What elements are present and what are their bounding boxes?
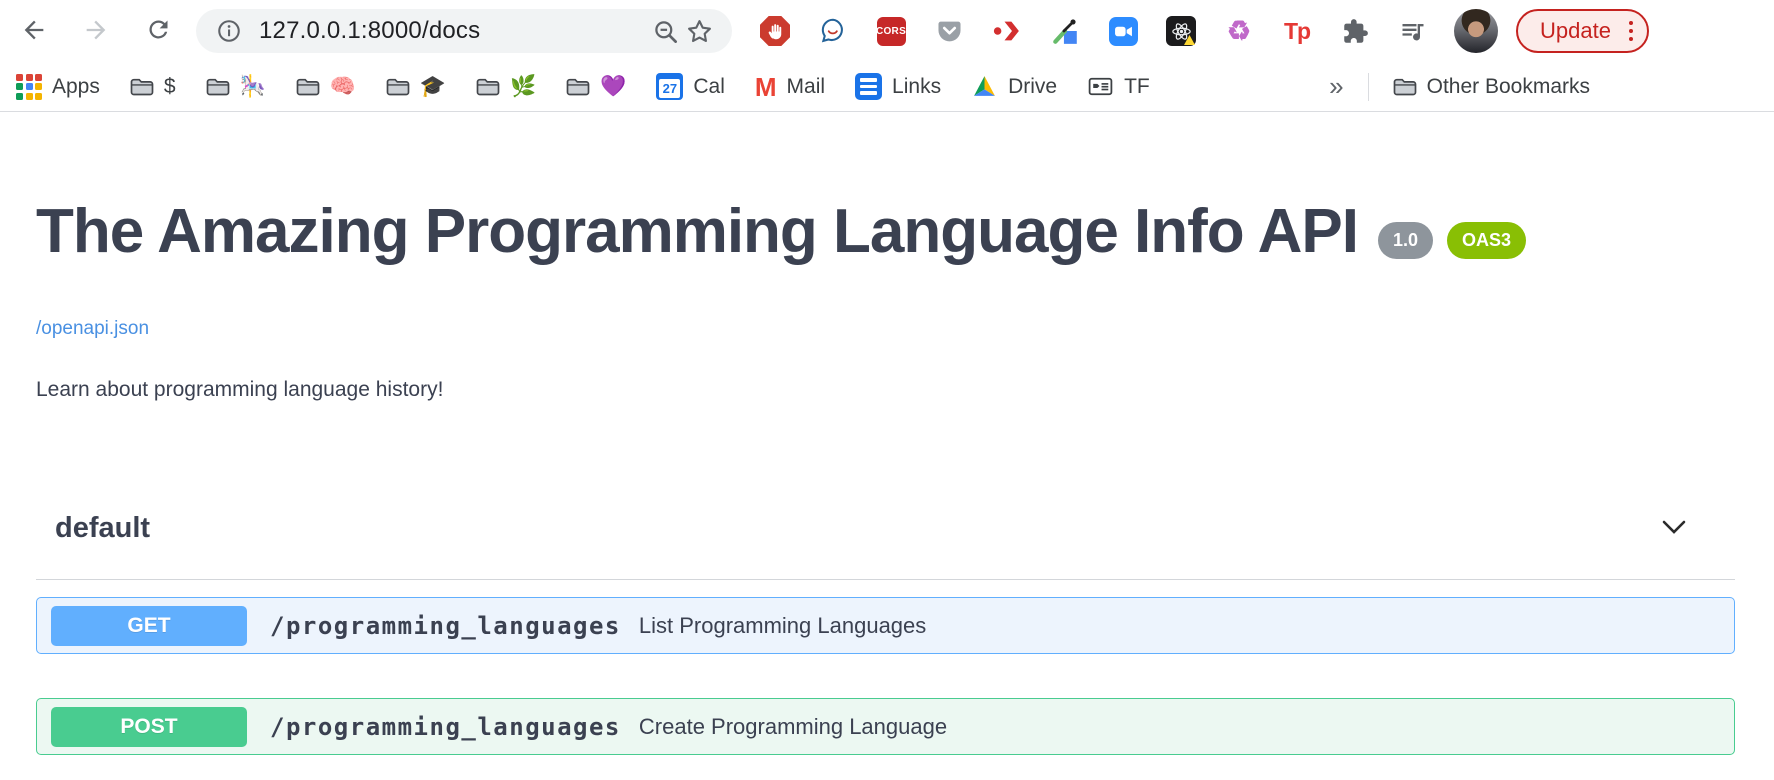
bookmark-label: 🌿 <box>510 75 536 99</box>
folder-icon <box>386 77 410 97</box>
tag-header[interactable]: default <box>36 512 1735 580</box>
update-label: Update <box>1540 18 1611 44</box>
collapse-section-button[interactable] <box>1658 516 1690 542</box>
endpoint-summary: Create Programming Language <box>639 714 947 740</box>
bookmarks-divider <box>1368 73 1369 101</box>
version-badge: 1.0 <box>1378 222 1433 259</box>
tag-section-default: default GET /programming_languages List … <box>36 512 1735 755</box>
bookmark-apps[interactable]: Apps <box>16 74 100 100</box>
swagger-docs-page: The Amazing Programming Language Info AP… <box>0 112 1774 755</box>
bookmark-label: Apps <box>52 75 100 99</box>
tf-card-icon <box>1087 74 1114 99</box>
bookmark-folder-brain[interactable]: 🧠 <box>296 75 356 99</box>
color-picker-icon[interactable] <box>1050 16 1080 46</box>
http-method-badge[interactable]: POST <box>51 707 247 747</box>
bookmark-label: Cal <box>693 75 725 99</box>
bookmark-folder-heart[interactable]: 💜 <box>566 75 626 99</box>
bookmark-star-icon[interactable] <box>682 14 716 48</box>
bookmark-drive[interactable]: Drive <box>971 74 1057 99</box>
bookmarks-overflow-chevron[interactable]: » <box>1329 71 1343 102</box>
recycle-glyph: ♻ <box>1227 18 1251 45</box>
bookmark-folder-school[interactable]: 🎓 <box>386 75 446 99</box>
bookmark-label: $ <box>164 75 176 99</box>
bookmark-label: 🎓 <box>420 75 446 99</box>
extension-icons: CORS ♻ Tp <box>760 16 1428 46</box>
folder-icon <box>1393 77 1417 97</box>
bookmark-links[interactable]: Links <box>855 73 941 100</box>
bookmark-folder-money[interactable]: $ <box>130 75 176 99</box>
bookmark-label: Links <box>892 75 941 99</box>
title-badges: 1.0 OAS3 <box>1378 222 1526 259</box>
bookmark-calendar[interactable]: 27 Cal <box>656 73 725 100</box>
folder-icon <box>130 77 154 97</box>
reload-button[interactable] <box>136 9 180 53</box>
tp-extension-icon[interactable]: Tp <box>1282 16 1312 46</box>
cors-extension-icon[interactable]: CORS <box>876 16 906 46</box>
chat-bubble-icon[interactable] <box>818 16 848 46</box>
bookmark-label: Mail <box>787 75 826 99</box>
gmail-icon: M <box>755 74 777 100</box>
bookmark-folder-carousel[interactable]: 🎠 <box>206 75 266 99</box>
browser-toolbar: 127.0.0.1:8000/docs CORS <box>0 0 1774 62</box>
page-info-icon[interactable] <box>212 14 246 48</box>
forward-icon <box>82 16 110 47</box>
extensions-puzzle-icon[interactable] <box>1340 16 1370 46</box>
endpoint-row-post[interactable]: POST /programming_languages Create Progr… <box>36 698 1735 755</box>
http-method-badge[interactable]: GET <box>51 606 247 646</box>
bookmark-mail[interactable]: M Mail <box>755 74 825 100</box>
tp-label: Tp <box>1284 18 1310 45</box>
apps-grid-icon <box>16 74 42 100</box>
google-drive-icon <box>971 74 998 99</box>
zoom-box <box>1109 17 1138 46</box>
folder-icon <box>206 77 230 97</box>
back-icon <box>20 16 48 47</box>
folder-icon <box>296 77 320 97</box>
music-playlist-icon[interactable] <box>1398 16 1428 46</box>
endpoint-summary: List Programming Languages <box>639 613 926 639</box>
stop-octagon <box>760 16 790 46</box>
bookmarks-bar: Apps $ 🎠 🧠 🎓 🌿 💜 27 Cal M Mail Links <box>0 62 1774 112</box>
react-devtools-icon[interactable] <box>1166 16 1196 46</box>
folder-icon <box>566 77 590 97</box>
recycle-extension-icon[interactable]: ♻ <box>1224 16 1254 46</box>
reload-icon <box>145 16 172 46</box>
links-icon <box>855 73 882 100</box>
openapi-spec-link[interactable]: /openapi.json <box>36 318 149 340</box>
pocket-icon[interactable] <box>934 16 964 46</box>
bookmark-folder-herb[interactable]: 🌿 <box>476 75 536 99</box>
bookmark-label: Drive <box>1008 75 1057 99</box>
cors-label: CORS <box>877 17 906 46</box>
api-description: Learn about programming language history… <box>36 378 1735 402</box>
bookmark-label: 💜 <box>600 75 626 99</box>
api-title-row: The Amazing Programming Language Info AP… <box>36 198 1735 266</box>
bookmark-tf[interactable]: TF <box>1087 74 1150 99</box>
endpoint-path: /programming_languages <box>270 713 621 741</box>
red-share-arrow-icon[interactable] <box>992 16 1022 46</box>
bookmark-label: TF <box>1124 75 1150 99</box>
endpoint-row-get[interactable]: GET /programming_languages List Programm… <box>36 597 1735 654</box>
zoom-video-icon[interactable] <box>1108 16 1138 46</box>
bookmarks-right-group: » Other Bookmarks <box>1329 71 1590 102</box>
folder-icon <box>476 77 500 97</box>
forward-button[interactable] <box>74 9 118 53</box>
bookmark-label: 🎠 <box>240 75 266 99</box>
chevron-down-icon <box>1662 520 1686 538</box>
adblock-stop-hand-icon[interactable] <box>760 16 790 46</box>
profile-avatar[interactable] <box>1454 9 1498 53</box>
url-text[interactable]: 127.0.0.1:8000/docs <box>259 17 480 45</box>
tag-name: default <box>55 512 150 545</box>
address-bar[interactable]: 127.0.0.1:8000/docs <box>196 9 732 53</box>
other-bookmarks-label: Other Bookmarks <box>1427 75 1590 99</box>
back-button[interactable] <box>12 9 56 53</box>
chrome-update-button[interactable]: Update <box>1516 9 1649 53</box>
react-box <box>1166 16 1196 46</box>
menu-kebab-icon[interactable] <box>1625 17 1638 46</box>
google-calendar-icon: 27 <box>656 73 683 100</box>
zoom-out-icon[interactable] <box>648 14 682 48</box>
bookmark-label: 🧠 <box>330 75 356 99</box>
oas3-badge: OAS3 <box>1447 222 1526 259</box>
other-bookmarks[interactable]: Other Bookmarks <box>1393 75 1590 99</box>
endpoint-path: /programming_languages <box>270 612 621 640</box>
page-title: The Amazing Programming Language Info AP… <box>36 198 1358 266</box>
